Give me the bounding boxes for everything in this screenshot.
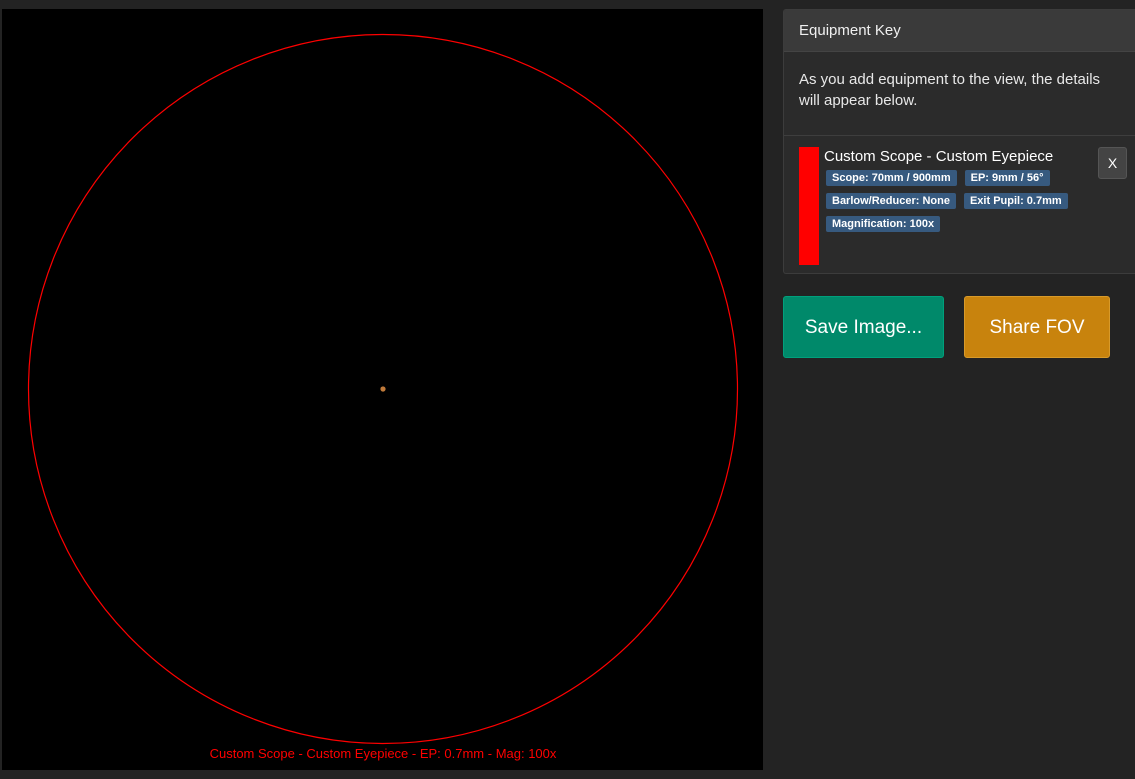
equipment-color-swatch [799, 147, 819, 265]
equipment-item: Custom Scope - Custom Eyepiece Scope: 70… [784, 136, 1135, 273]
fov-caption: Custom Scope - Custom Eyepiece - EP: 0.7… [210, 746, 557, 761]
save-image-button[interactable]: Save Image... [783, 296, 944, 358]
fov-canvas[interactable]: Custom Scope - Custom Eyepiece - EP: 0.7… [2, 9, 763, 770]
fov-svg: Custom Scope - Custom Eyepiece - EP: 0.7… [27, 33, 739, 761]
eyepiece-badge: EP: 9mm / 56° [964, 170, 1050, 186]
panel-title: Equipment Key [784, 10, 1135, 52]
barlow-badge: Barlow/Reducer: None [826, 193, 956, 209]
target-object [380, 386, 386, 392]
exit-pupil-badge: Exit Pupil: 0.7mm [963, 193, 1068, 209]
equipment-name: Custom Scope - Custom Eyepiece [824, 148, 1054, 165]
equipment-key-panel: Equipment Key As you add equipment to th… [783, 9, 1135, 274]
remove-equipment-button[interactable]: X [1098, 147, 1127, 179]
panel-intro-text: As you add equipment to the view, the de… [784, 52, 1135, 136]
share-fov-button[interactable]: Share FOV [964, 296, 1110, 358]
scope-badge: Scope: 70mm / 900mm [826, 170, 957, 186]
magnification-badge: Magnification: 100x [826, 216, 941, 232]
equipment-badges: Scope: 70mm / 900mm EP: 9mm / 56° Barlow… [826, 170, 1076, 232]
